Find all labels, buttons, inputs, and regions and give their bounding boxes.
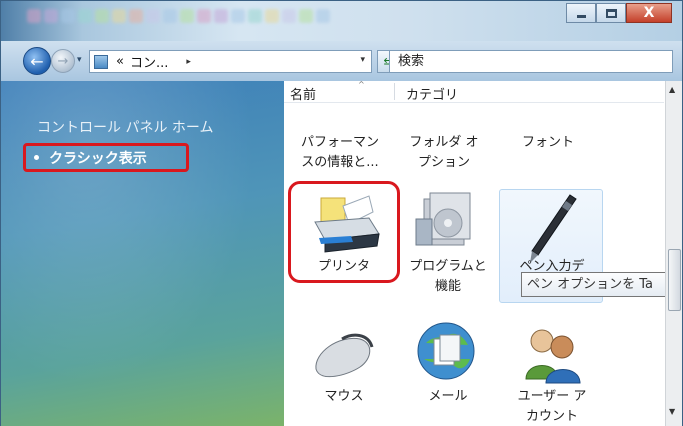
close-icon: X xyxy=(643,5,655,21)
search-input[interactable]: 検索 xyxy=(389,50,673,73)
caption-buttons: X xyxy=(566,3,672,23)
item-label: フォント xyxy=(521,135,574,150)
item-label: プログラムと xyxy=(409,259,487,274)
back-arrow-icon: ← xyxy=(30,51,44,71)
back-button[interactable]: ← xyxy=(23,47,51,75)
item-label: パフォーマン xyxy=(300,135,379,150)
forward-button[interactable]: → xyxy=(51,49,75,73)
item-label: ユーザー ア xyxy=(517,389,587,404)
bullet-icon xyxy=(34,155,39,160)
close-button[interactable]: X xyxy=(626,3,672,23)
address-bar[interactable]: « コン... ▸ ▾ xyxy=(89,50,372,73)
item-user-accounts[interactable]: ユーザー ア カウント xyxy=(500,387,604,426)
item-label: プション xyxy=(417,155,470,170)
mail-icon xyxy=(417,322,475,380)
address-dropdown-icon[interactable]: ▾ xyxy=(360,55,365,65)
breadcrumb-control-panel[interactable]: コン... xyxy=(130,52,168,71)
maximize-button[interactable] xyxy=(596,3,626,23)
recent-pages-button[interactable]: ▾ xyxy=(77,55,87,65)
classic-view-label: クラシック表示 xyxy=(49,150,147,167)
column-category[interactable]: カテゴリ xyxy=(406,84,458,103)
item-label: カウント xyxy=(525,409,578,424)
control-panel-icon xyxy=(94,54,108,69)
item-performance[interactable]: パフォーマン スの情報と... xyxy=(288,133,392,173)
item-label: スの情報と... xyxy=(301,155,379,170)
item-programs[interactable]: プログラムと 機能 xyxy=(396,257,500,297)
item-label: マウス xyxy=(324,389,364,404)
items-view: 名前 ^ カテゴリ パフォーマン スの情報と... フォルダ オ プション フォ… xyxy=(284,80,682,426)
sort-arrow-icon: ^ xyxy=(358,80,365,89)
scroll-down-icon[interactable]: ▼ xyxy=(669,407,675,416)
minimize-button[interactable] xyxy=(566,3,596,23)
tooltip: ペン オプションを Ta xyxy=(521,272,671,297)
item-label: フォルダ オ xyxy=(409,135,479,150)
classic-view-link[interactable]: クラシック表示 xyxy=(23,143,189,172)
address-prefix: « xyxy=(116,54,124,69)
task-pane: コントロール パネル ホーム クラシック表示 xyxy=(1,81,284,426)
breadcrumb-arrow-icon[interactable]: ▸ xyxy=(186,57,191,67)
maximize-icon xyxy=(605,8,617,18)
item-folder-options[interactable]: フォルダ オ プション xyxy=(392,133,496,173)
column-separator[interactable] xyxy=(394,83,395,100)
column-header: 名前 ^ カテゴリ xyxy=(284,80,664,103)
forward-arrow-icon: → xyxy=(57,53,69,69)
item-label: メール xyxy=(428,389,468,404)
control-panel-home-link[interactable]: コントロール パネル ホーム xyxy=(37,117,213,137)
vertical-scrollbar[interactable]: ▲ ▼ xyxy=(665,81,682,426)
control-panel-window: X ← → ▾ « コン... ▸ ▾ ⇆ 検索 コントロール パネル ホーム … xyxy=(0,0,683,426)
item-label: 機能 xyxy=(434,279,461,294)
minimize-icon xyxy=(576,14,586,18)
item-mail[interactable]: メール xyxy=(396,387,500,407)
item-mouse[interactable]: マウス xyxy=(292,387,396,407)
item-label: プリンタ xyxy=(317,259,370,274)
item-fonts[interactable]: フォント xyxy=(496,133,600,153)
title-bar[interactable]: X xyxy=(1,1,682,41)
scroll-up-icon[interactable]: ▲ xyxy=(669,85,675,94)
scroll-thumb[interactable] xyxy=(668,249,681,311)
titlebar-blurred-icons xyxy=(27,9,330,23)
navigation-bar: ← → ▾ « コン... ▸ ▾ ⇆ 検索 xyxy=(1,41,682,81)
column-name[interactable]: 名前 xyxy=(290,84,316,103)
